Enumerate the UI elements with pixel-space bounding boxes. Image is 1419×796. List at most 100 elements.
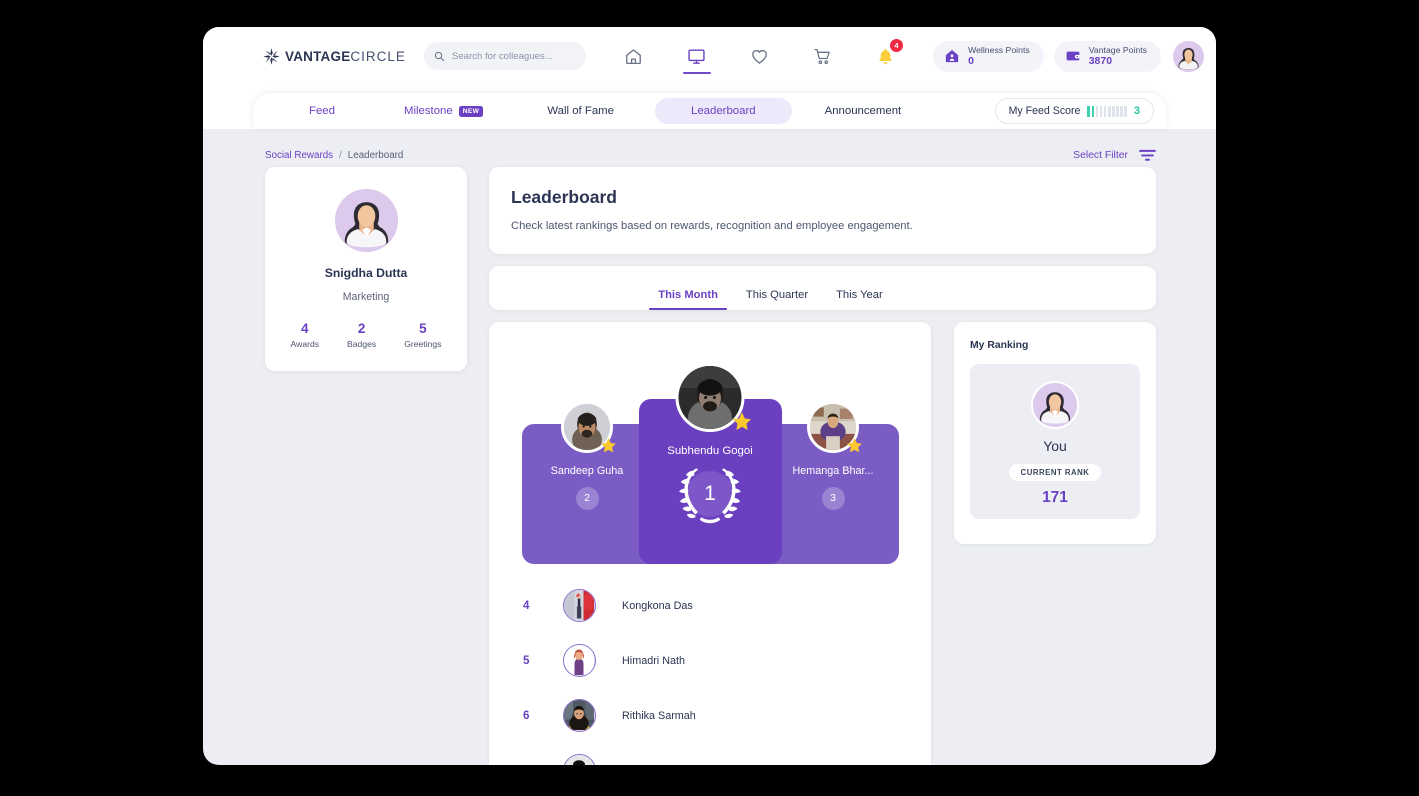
rank-number: 5 [523,654,530,667]
avatar-photo [564,700,594,731]
vantage-points-value: 3870 [1088,55,1113,68]
feed-score-value: 3 [1133,105,1140,117]
podium-first-avatar-wrap [675,363,752,432]
podium-third-place[interactable]: Hemanga Bhar... 3 [767,401,899,564]
wellness-points-chip[interactable]: Wellness Points 0 [933,40,1044,72]
podium-third-avatar-wrap [807,401,862,453]
tab-feed-label: Feed [309,105,335,117]
logo-vantage: VANTAGE [285,48,351,64]
table-row[interactable]: 5 Himadri Nath [489,633,931,688]
section-tab-bar: Feed Milestone NEW Wall of Fame Leaderbo… [253,93,1166,129]
table-row[interactable]: 6 Rithika Sarmah [489,688,931,743]
tab-leaderboard[interactable]: Leaderboard [654,98,792,124]
my-feed-score[interactable]: My Feed Score 3 [994,98,1154,124]
podium-second-place[interactable]: Sandeep Guha 2 [521,401,653,564]
rank-name: Himadri Nath [622,654,685,667]
profile-avatar[interactable] [334,189,398,252]
breadcrumb-separator: / [339,149,342,161]
ranking-list: 4 Kongkona Das 5 Himadri Nath 6 Rithika … [489,564,931,765]
period-tab-this-quarter[interactable]: This Quarter [732,289,822,310]
leaderboard-row: Sandeep Guha 2 Subhendu Gogoi 1 Hemanga … [489,322,1156,765]
period-tab-this-quarter-label: This Quarter [745,289,809,301]
search-input[interactable] [451,50,576,62]
tab-milestone[interactable]: Milestone NEW [404,98,484,124]
laurel-wreath: 1 [667,463,753,525]
search-icon [434,51,445,61]
period-tab-this-month[interactable]: This Month [644,289,732,311]
profile-name: Snigdha Dutta [324,266,408,280]
avatar-illustration [1033,383,1077,427]
logo-circle: CIRCLE [350,48,406,64]
wellness-home-icon [945,50,959,63]
search-box[interactable] [423,42,586,70]
user-avatar[interactable] [1173,40,1204,72]
new-badge: NEW [458,105,484,117]
nav-icon-group: 4 [622,39,903,74]
avatar [563,644,596,677]
podium-first-name: Subhendu Gogoi [667,445,753,457]
profile-stats: 4 Awards 2 Badges 5 Greetings [265,321,467,349]
avatar [563,589,596,622]
feed-score-label: My Feed Score [1008,105,1081,117]
table-row[interactable]: 4 Kongkona Das [489,578,931,633]
tab-announcement-label: Announcement [824,105,902,117]
select-filter-label: Select Filter [1073,149,1128,161]
feed-score-tick [1103,105,1107,117]
podium-first-place[interactable]: Subhendu Gogoi 1 [638,363,782,564]
wellness-points-value: 0 [968,55,974,68]
podium-third-rank: 3 [821,487,845,510]
breadcrumb-current: Leaderboard [347,149,404,161]
my-ranking-card: My Ranking You CURRENT RANK 171 [954,322,1156,544]
avatar-illustration [334,189,398,252]
avatar-photo [564,590,594,620]
points-group: Wellness Points 0 Vantage Points 3870 [933,40,1204,72]
stat-greetings-value: 5 [419,321,427,336]
star-icon [847,438,862,453]
monitor-icon[interactable] [682,41,711,74]
browser-frame: VANTAGECIRCLE Search for colleagues... 4… [203,27,1216,765]
podium-second-name: Sandeep Guha [550,465,624,477]
stat-badges-value: 2 [357,321,366,336]
profile-department: Marketing [342,291,390,303]
home-icon[interactable] [622,41,646,71]
cart-icon[interactable] [811,41,835,71]
stat-awards: 4 Awards [291,321,320,349]
wallet-icon [1066,51,1080,61]
breadcrumb-bar: Social Rewards / Leaderboard Select Filt… [203,129,1216,167]
stat-greetings: 5 Greetings [404,321,441,349]
podium-second-avatar-wrap [561,401,616,453]
period-tab-this-year-label: This Year [836,289,883,301]
table-row[interactable]: 7 [489,743,931,765]
filter-icon [1139,149,1156,161]
my-ranking-who: You [1043,438,1067,454]
avatar [563,699,596,732]
tab-announcement[interactable]: Announcement [825,98,902,124]
avatar-photo [564,645,594,675]
notification-count-badge: 4 [889,39,903,52]
rank-number: 4 [523,599,530,612]
bell-icon[interactable]: 4 [874,39,903,71]
star-icon [601,438,616,453]
rank-name: Rithika Sarmah [622,709,696,722]
breadcrumb-root[interactable]: Social Rewards [265,150,333,161]
select-filter-button[interactable]: Select Filter [1073,149,1156,162]
feed-score-tick [1091,105,1095,117]
tab-feed[interactable]: Feed [309,98,335,124]
period-tab-this-year[interactable]: This Year [822,289,897,310]
feed-score-meter [1087,105,1127,117]
my-ranking-avatar [1031,381,1079,429]
logo-wordmark: VANTAGECIRCLE [285,49,406,64]
current-rank-value: 171 [1042,489,1068,506]
podium-first-rank: 1 [704,482,716,505]
app-logo[interactable]: VANTAGECIRCLE [262,47,406,66]
my-ranking-inner: You CURRENT RANK 171 [970,364,1140,519]
heart-icon[interactable] [748,41,772,71]
podium-second-rank: 2 [575,487,599,510]
my-ranking-title: My Ranking [970,340,1029,351]
tab-wall-of-fame[interactable]: Wall of Fame [547,98,614,124]
top-bar: VANTAGECIRCLE Search for colleagues... 4… [203,27,1216,85]
starburst-logo-icon [263,47,280,65]
vantage-points-chip[interactable]: Vantage Points 3870 [1053,40,1161,72]
tab-leaderboard-label: Leaderboard [690,105,756,117]
stat-badges-label: Badges [347,339,377,349]
